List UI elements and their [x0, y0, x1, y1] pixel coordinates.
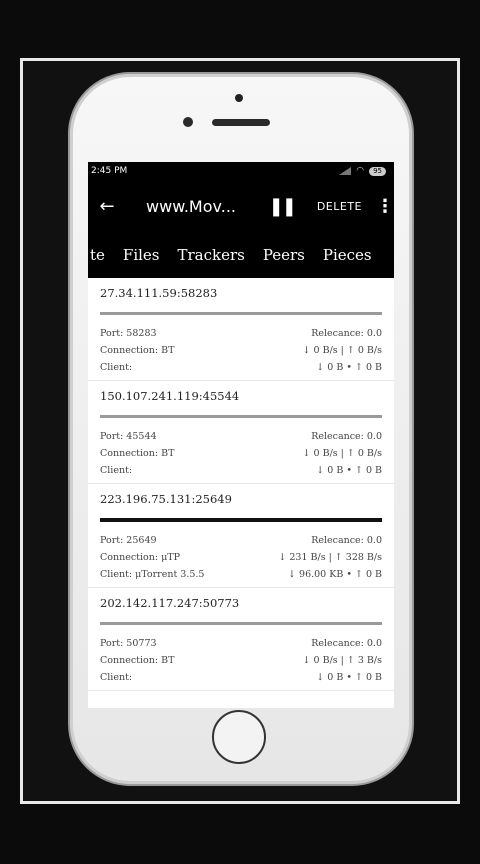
peer-connection: Connection: BT — [100, 345, 175, 356]
peer-item[interactable]: 223.196.75.131:25649 Port: 25649 Relecan… — [88, 484, 394, 588]
peer-connection: Connection: μTP — [100, 552, 180, 563]
peer-address: 27.34.111.59:58283 — [100, 286, 218, 300]
peer-relevance: Relecance: 0.0 — [311, 535, 382, 546]
phone-screen: 2:45 PM ◠ 95 ← www.Mov... ❚❚ DELETE ⋮ te… — [88, 162, 394, 708]
peer-item[interactable]: 202.142.117.247:50773 Port: 50773 Releca… — [88, 588, 394, 691]
peer-client: Client: μTorrent 3.5.5 — [100, 569, 205, 580]
tab-bar: te Files Trackers Peers Pieces — [88, 232, 394, 278]
peer-speed: ↓ 231 B/s | ↑ 328 B/s — [278, 552, 382, 563]
peer-relevance: Relecance: 0.0 — [311, 638, 382, 649]
status-time: 2:45 PM — [91, 166, 128, 176]
battery-icon: 95 — [369, 166, 386, 176]
peer-address: 202.142.117.247:50773 — [100, 596, 240, 610]
tab-peers[interactable]: Peers — [263, 246, 305, 264]
peer-client: Client: — [100, 672, 133, 683]
peer-relevance: Relecance: 0.0 — [311, 328, 382, 339]
status-bar: 2:45 PM ◠ 95 — [88, 162, 394, 180]
peer-relevance: Relecance: 0.0 — [311, 431, 382, 442]
tab-pieces[interactable]: Pieces — [323, 246, 372, 264]
peer-transfer: ↓ 96.00 KB • ↑ 0 B — [288, 569, 382, 580]
peer-port: Port: 45544 — [100, 431, 157, 442]
status-icons: ◠ 95 — [339, 166, 386, 176]
back-arrow-icon[interactable]: ← — [88, 196, 126, 217]
peer-connection: Connection: BT — [100, 655, 175, 666]
peer-transfer: ↓ 0 B • ↑ 0 B — [316, 672, 382, 683]
peer-client: Client: — [100, 362, 133, 373]
app-bar: ← www.Mov... ❚❚ DELETE ⋮ — [88, 180, 394, 232]
peer-item[interactable]: 27.34.111.59:58283 Port: 58283 Relecance… — [88, 278, 394, 381]
peer-speed: ↓ 0 B/s | ↑ 3 B/s — [302, 655, 382, 666]
peer-port: Port: 25649 — [100, 535, 157, 546]
wifi-icon: ◠ — [356, 166, 365, 176]
tab-trackers[interactable]: Trackers — [177, 246, 244, 264]
more-options-icon[interactable]: ⋮ — [376, 196, 394, 217]
peer-item[interactable]: 150.107.241.119:45544 Port: 45544 Releca… — [88, 381, 394, 484]
peer-connection: Connection: BT — [100, 448, 175, 459]
proximity-sensor — [235, 94, 243, 102]
peer-client: Client: — [100, 465, 133, 476]
peer-port: Port: 50773 — [100, 638, 157, 649]
delete-button[interactable]: DELETE — [317, 200, 362, 213]
earpiece-speaker — [212, 119, 270, 126]
home-button[interactable] — [212, 710, 266, 764]
pause-icon[interactable]: ❚❚ — [269, 196, 297, 217]
front-camera — [183, 117, 193, 127]
page-title: www.Mov... — [146, 196, 236, 216]
signal-icon — [339, 167, 352, 175]
peer-speed: ↓ 0 B/s | ↑ 0 B/s — [302, 345, 382, 356]
peer-speed: ↓ 0 B/s | ↑ 0 B/s — [302, 448, 382, 459]
peer-transfer: ↓ 0 B • ↑ 0 B — [316, 362, 382, 373]
peer-port: Port: 58283 — [100, 328, 157, 339]
tab-files[interactable]: Files — [123, 246, 160, 264]
peer-address: 223.196.75.131:25649 — [100, 492, 232, 506]
peer-transfer: ↓ 0 B • ↑ 0 B — [316, 465, 382, 476]
tab-state[interactable]: te — [90, 246, 105, 264]
peer-address: 150.107.241.119:45544 — [100, 389, 240, 403]
